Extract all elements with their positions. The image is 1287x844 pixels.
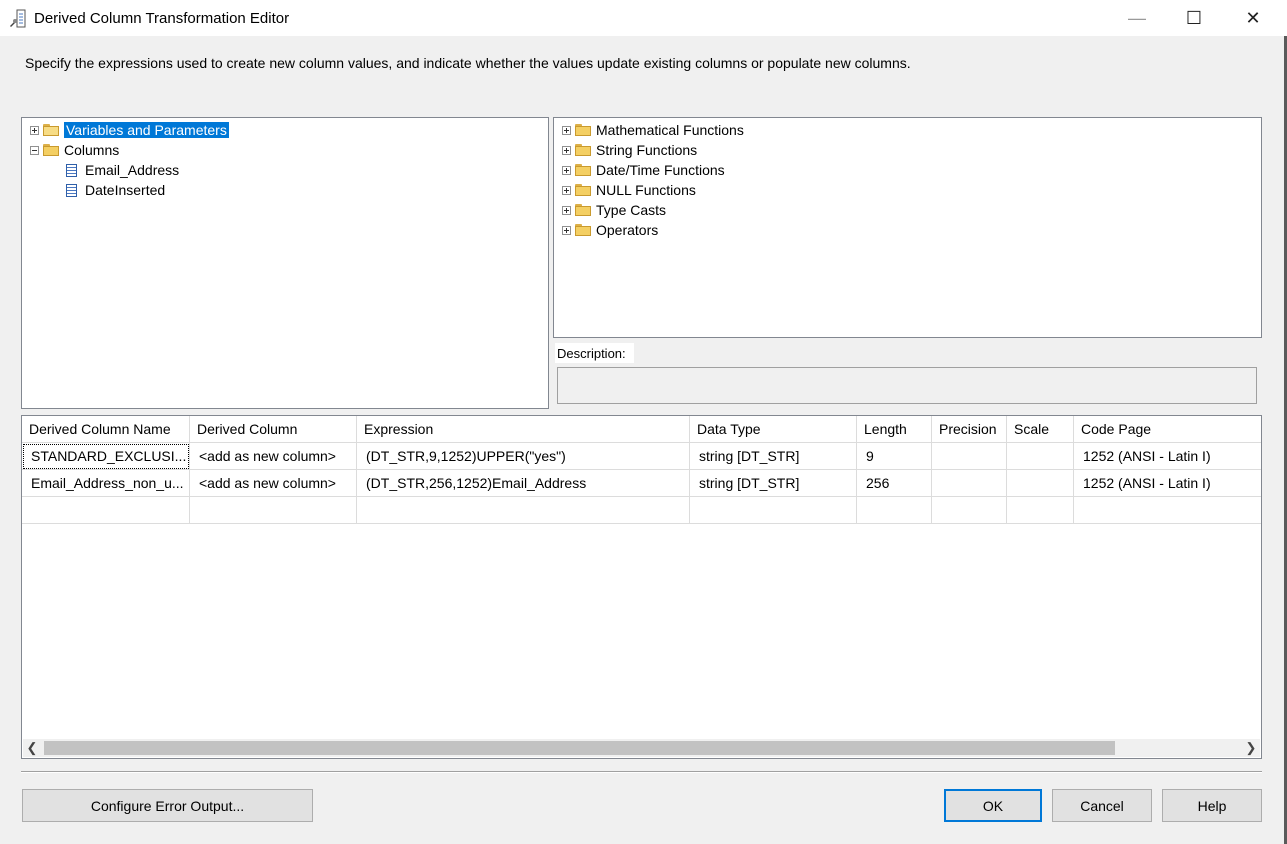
maximize-button[interactable]: ☐ bbox=[1171, 0, 1217, 36]
column-header[interactable]: Scale bbox=[1007, 416, 1074, 443]
folder-icon bbox=[575, 224, 591, 236]
tree-node-label: Operators bbox=[596, 222, 659, 238]
functions-tree[interactable]: Mathematical Functions String Functions … bbox=[553, 117, 1262, 338]
tree-node-string-functions[interactable]: String Functions bbox=[562, 140, 697, 160]
folder-icon bbox=[575, 124, 591, 136]
table-cell[interactable] bbox=[857, 497, 932, 524]
table-row[interactable]: STANDARD_EXCLUSI... <add as new column> … bbox=[22, 443, 1261, 470]
table-cell[interactable] bbox=[190, 497, 357, 524]
table-cell[interactable]: Email_Address_non_u... bbox=[22, 470, 190, 497]
horizontal-scrollbar[interactable]: ❮ ❯ bbox=[23, 739, 1260, 757]
expand-icon[interactable] bbox=[562, 165, 571, 175]
tree-node-columns[interactable]: Columns bbox=[30, 140, 119, 160]
tree-node-label: DateInserted bbox=[85, 182, 166, 198]
instructions-text: Specify the expressions used to create n… bbox=[25, 55, 911, 71]
scrollbar-thumb[interactable] bbox=[44, 741, 1115, 755]
tree-node-variables[interactable]: Variables and Parameters bbox=[30, 120, 229, 140]
folder-icon bbox=[575, 164, 591, 176]
folder-icon bbox=[575, 184, 591, 196]
description-box bbox=[557, 367, 1257, 404]
tree-node-type-casts[interactable]: Type Casts bbox=[562, 200, 666, 220]
table-cell[interactable]: <add as new column> bbox=[190, 470, 357, 497]
help-button[interactable]: Help bbox=[1162, 789, 1262, 822]
tree-node-label: Mathematical Functions bbox=[596, 122, 744, 138]
column-header[interactable]: Precision bbox=[932, 416, 1007, 443]
tree-node-datetime-functions[interactable]: Date/Time Functions bbox=[562, 160, 725, 180]
table-cell[interactable]: 256 bbox=[857, 470, 932, 497]
column-header[interactable]: Expression bbox=[357, 416, 690, 443]
folder-icon bbox=[575, 204, 591, 216]
column-header[interactable]: Data Type bbox=[690, 416, 857, 443]
grid-header: Derived Column Name Derived Column Expre… bbox=[22, 416, 1261, 443]
expand-icon[interactable] bbox=[562, 145, 571, 155]
expand-icon[interactable] bbox=[562, 185, 571, 195]
column-icon bbox=[66, 163, 77, 177]
table-cell[interactable]: <add as new column> bbox=[190, 443, 357, 470]
tree-node-operators[interactable]: Operators bbox=[562, 220, 658, 240]
table-cell[interactable] bbox=[932, 443, 1007, 470]
table-cell[interactable]: string [DT_STR] bbox=[690, 470, 857, 497]
close-button[interactable]: ✕ bbox=[1230, 0, 1276, 36]
tree-node-label: Type Casts bbox=[596, 202, 667, 218]
expand-icon[interactable] bbox=[562, 205, 571, 215]
expand-icon[interactable] bbox=[30, 125, 39, 135]
derived-column-icon bbox=[10, 9, 26, 28]
table-row[interactable]: Email_Address_non_u... <add as new colum… bbox=[22, 470, 1261, 497]
column-header[interactable]: Derived Column Name bbox=[22, 416, 190, 443]
table-cell[interactable] bbox=[22, 497, 190, 524]
tree-node-null-functions[interactable]: NULL Functions bbox=[562, 180, 696, 200]
folder-open-icon bbox=[43, 124, 59, 136]
table-cell[interactable] bbox=[1007, 443, 1074, 470]
table-cell[interactable]: (DT_STR,256,1252)Email_Address bbox=[357, 470, 690, 497]
minimize-button[interactable]: — bbox=[1114, 0, 1160, 36]
column-header[interactable]: Length bbox=[857, 416, 932, 443]
tree-node-column[interactable]: Email_Address bbox=[66, 160, 179, 180]
table-cell[interactable] bbox=[357, 497, 690, 524]
folder-icon bbox=[43, 144, 59, 156]
table-cell[interactable]: (DT_STR,9,1252)UPPER("yes") bbox=[357, 443, 690, 470]
window-title: Derived Column Transformation Editor bbox=[34, 10, 290, 27]
cancel-button[interactable]: Cancel bbox=[1052, 789, 1152, 822]
tree-node-label: Date/Time Functions bbox=[596, 162, 725, 178]
tree-node-label: Email_Address bbox=[85, 162, 180, 178]
tree-node-column[interactable]: DateInserted bbox=[66, 180, 165, 200]
scroll-left-icon[interactable]: ❮ bbox=[23, 739, 41, 757]
configure-error-output-button[interactable]: Configure Error Output... bbox=[22, 789, 313, 822]
tree-node-mathematical-functions[interactable]: Mathematical Functions bbox=[562, 120, 744, 140]
tree-node-label: Columns bbox=[64, 142, 120, 158]
table-cell[interactable] bbox=[1007, 497, 1074, 524]
tree-node-label: Variables and Parameters bbox=[64, 122, 229, 138]
description-label: Description: bbox=[555, 343, 634, 363]
column-header[interactable]: Code Page bbox=[1074, 416, 1261, 443]
table-cell[interactable] bbox=[932, 470, 1007, 497]
column-icon bbox=[66, 183, 77, 197]
table-cell[interactable] bbox=[690, 497, 857, 524]
ok-button[interactable]: OK bbox=[944, 789, 1042, 822]
expand-icon[interactable] bbox=[562, 225, 571, 235]
table-cell[interactable]: 1252 (ANSI - Latin I) bbox=[1074, 470, 1261, 497]
table-cell[interactable] bbox=[1007, 470, 1074, 497]
table-cell[interactable]: STANDARD_EXCLUSI... bbox=[22, 443, 190, 470]
derived-columns-grid[interactable]: Derived Column Name Derived Column Expre… bbox=[21, 415, 1262, 759]
tree-node-label: String Functions bbox=[596, 142, 698, 158]
title-bar: Derived Column Transformation Editor — ☐… bbox=[0, 0, 1287, 36]
table-cell[interactable] bbox=[1074, 497, 1261, 524]
scroll-right-icon[interactable]: ❯ bbox=[1242, 739, 1260, 757]
collapse-icon[interactable] bbox=[30, 145, 39, 155]
expand-icon[interactable] bbox=[562, 125, 571, 135]
table-cell[interactable]: 1252 (ANSI - Latin I) bbox=[1074, 443, 1261, 470]
folder-icon bbox=[575, 144, 591, 156]
separator bbox=[21, 771, 1262, 773]
variables-columns-tree[interactable]: Variables and Parameters Columns Email_A… bbox=[21, 117, 549, 409]
table-cell[interactable] bbox=[932, 497, 1007, 524]
tree-node-label: NULL Functions bbox=[596, 182, 696, 198]
table-row-new[interactable] bbox=[22, 497, 1261, 524]
table-cell[interactable]: 9 bbox=[857, 443, 932, 470]
table-cell[interactable]: string [DT_STR] bbox=[690, 443, 857, 470]
column-header[interactable]: Derived Column bbox=[190, 416, 357, 443]
